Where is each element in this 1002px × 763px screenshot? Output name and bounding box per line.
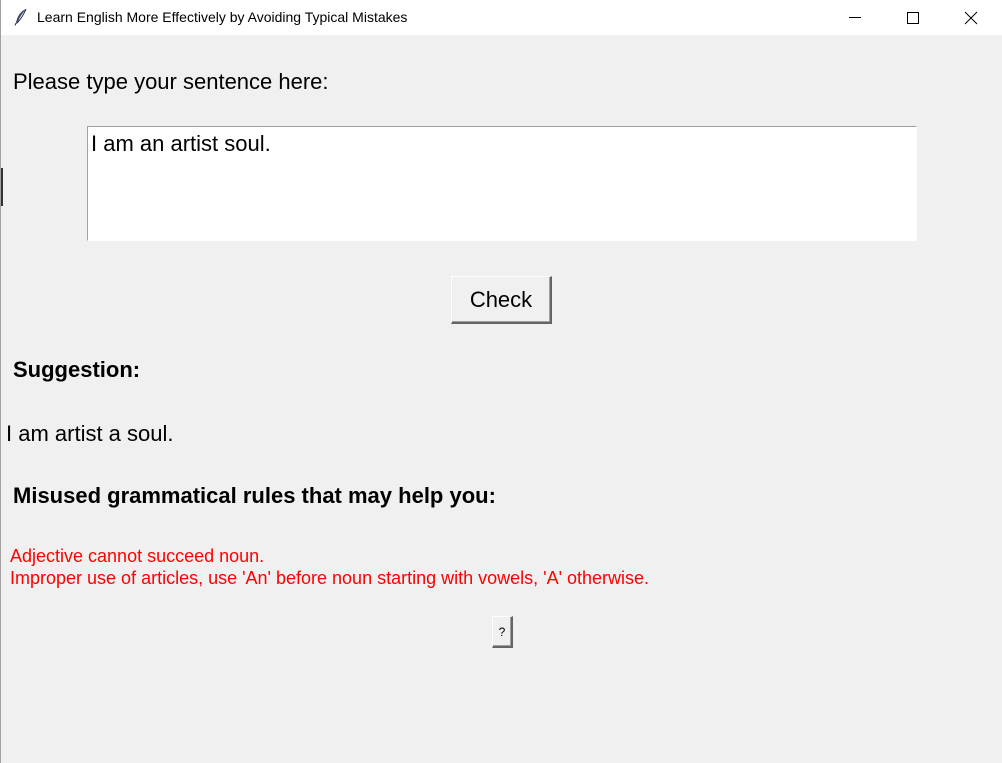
window-title: Learn English More Effectively by Avoidi… [37,9,408,25]
help-button[interactable]: ? [492,616,513,648]
sentence-input[interactable]: I am an artist soul. [87,126,917,241]
minimize-icon [849,17,861,18]
maximize-button[interactable] [884,0,942,35]
feather-icon [14,8,28,26]
close-button[interactable] [942,0,1000,35]
app-window: Learn English More Effectively by Avoidi… [0,0,1002,763]
minimize-button[interactable] [826,0,884,35]
suggestion-heading: Suggestion: [13,357,141,382]
suggestion-text: I am artist a soul. [6,421,174,446]
maximize-icon [907,12,919,24]
rules-list: Adjective cannot succeed noun. Improper … [10,545,649,589]
window-edge-mark [1,168,3,206]
rule-item: Improper use of articles, use 'An' befor… [10,568,650,588]
check-button[interactable]: Check [451,276,552,324]
rule-item: Adjective cannot succeed noun. [10,546,265,566]
rules-heading: Misused grammatical rules that may help … [13,483,496,508]
close-icon [964,11,978,25]
title-bar: Learn English More Effectively by Avoidi… [1,0,1002,35]
prompt-label: Please type your sentence here: [13,69,329,94]
